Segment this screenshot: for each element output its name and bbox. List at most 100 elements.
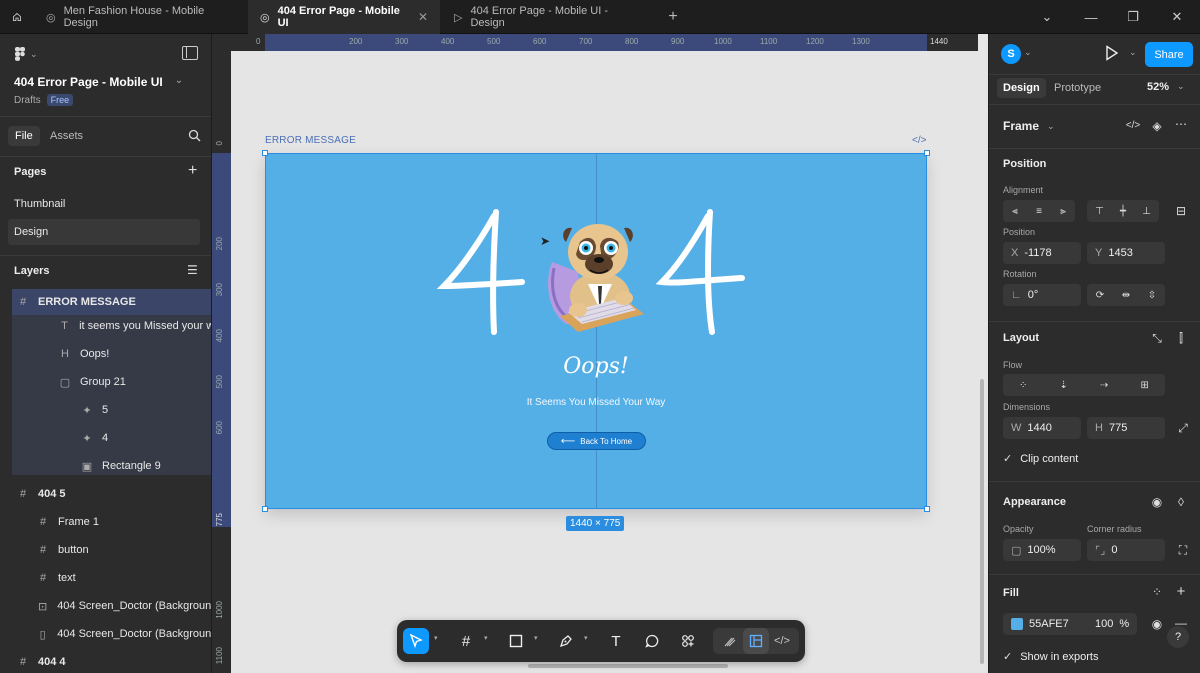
layer-4[interactable]: ✦ 4 bbox=[0, 425, 211, 451]
layer-404-doctor-bg-1[interactable]: ⊡ 404 Screen_Doctor (Background/ bbox=[0, 593, 211, 619]
pen-tool-button[interactable] bbox=[553, 628, 579, 654]
layer-oops[interactable]: H Oops! bbox=[0, 341, 211, 367]
tab-404-error-page[interactable]: ◎ 404 Error Page - Mobile UI ✕ bbox=[248, 0, 440, 34]
eye-icon[interactable]: ◉ bbox=[1149, 495, 1165, 509]
draw-mode-button[interactable] bbox=[717, 628, 743, 654]
flip-horizontal-icon[interactable]: ⇹ bbox=[1122, 290, 1130, 301]
chevron-down-icon[interactable]: ▾ bbox=[534, 634, 538, 642]
flow-grid-icon[interactable]: ⊞ bbox=[1141, 380, 1149, 391]
dev-mode-button[interactable]: </> bbox=[769, 628, 795, 654]
align-top-icon[interactable]: ⊤ bbox=[1095, 206, 1104, 217]
code-brackets-icon[interactable]: </> bbox=[1125, 120, 1141, 131]
collapse-icon[interactable]: ⤡ bbox=[1149, 331, 1165, 346]
help-button[interactable]: ? bbox=[1167, 626, 1189, 648]
user-avatar[interactable]: S bbox=[1001, 44, 1021, 64]
chevron-down-icon[interactable]: ⌄ bbox=[1024, 47, 1032, 58]
resize-handle-tl[interactable] bbox=[262, 150, 268, 156]
flow-vertical-icon[interactable]: ⇣ bbox=[1060, 380, 1068, 391]
flow-horizontal-icon[interactable]: ⇢ bbox=[1100, 380, 1108, 391]
chevron-down-icon[interactable]: ▾ bbox=[434, 634, 438, 642]
home-button[interactable] bbox=[0, 0, 34, 34]
show-in-exports-checkbox[interactable]: ✓ Show in exports bbox=[1003, 650, 1098, 664]
sidebar-toggle-icon[interactable] bbox=[182, 46, 198, 60]
layer-rectangle-9[interactable]: ▣ Rectangle 9 bbox=[0, 453, 211, 479]
new-tab-button[interactable]: + bbox=[658, 0, 688, 34]
clip-content-checkbox[interactable]: ✓ Clip content bbox=[1003, 452, 1078, 466]
page-item-design[interactable]: Design bbox=[8, 219, 200, 245]
more-options-icon[interactable]: ⋯ bbox=[1173, 117, 1189, 131]
fill-swatch[interactable] bbox=[1011, 618, 1023, 630]
text-tool-button[interactable]: T bbox=[603, 628, 629, 654]
share-button[interactable]: Share bbox=[1145, 42, 1193, 67]
rotation-field[interactable]: ∟ 0° bbox=[1003, 284, 1081, 306]
file-title[interactable]: 404 Error Page - Mobile UI ⌄ bbox=[14, 75, 183, 89]
add-page-icon[interactable]: + bbox=[188, 162, 197, 180]
resize-handle-tr[interactable] bbox=[924, 150, 930, 156]
layers-filter-icon[interactable]: ☰ bbox=[187, 263, 198, 277]
horizontal-scrollbar[interactable] bbox=[528, 664, 728, 668]
constrain-proportions-icon[interactable]: ⤢ bbox=[1175, 421, 1191, 436]
layer-404-4[interactable]: # 404 4 bbox=[0, 649, 211, 673]
align-bottom-icon[interactable]: ⊥ bbox=[1142, 206, 1151, 217]
fill-color-field[interactable]: 55AFE7 100 % bbox=[1003, 613, 1137, 635]
auto-layout-icon[interactable]: ⫿ bbox=[1173, 331, 1189, 346]
tab-men-fashion[interactable]: ◎ Men Fashion House - Mobile Design bbox=[34, 0, 248, 34]
layer-button[interactable]: # button bbox=[0, 537, 211, 563]
vertical-scrollbar[interactable] bbox=[980, 379, 984, 664]
opacity-field[interactable]: ▢ 100% bbox=[1003, 539, 1081, 561]
distribute-icon[interactable]: ⊟ bbox=[1173, 204, 1189, 218]
main-menu-button[interactable]: ⌄ bbox=[14, 46, 38, 62]
layer-text-missed-way[interactable]: T it seems you Missed your wa bbox=[0, 313, 211, 339]
frame-name-label[interactable]: ERROR MESSAGE bbox=[265, 135, 356, 146]
drafts-link[interactable]: Drafts bbox=[14, 95, 41, 106]
minimize-icon[interactable]: — bbox=[1076, 0, 1106, 34]
independent-corners-icon[interactable]: ⛶ bbox=[1175, 543, 1191, 558]
layer-error-message[interactable]: # ERROR MESSAGE bbox=[12, 289, 211, 315]
width-field[interactable]: W 1440 bbox=[1003, 417, 1081, 439]
layer-404-doctor-bg-2[interactable]: ▯ 404 Screen_Doctor (Background/ bbox=[0, 621, 211, 647]
design-canvas[interactable]: 0 200 300 400 500 600 700 800 900 1000 1… bbox=[212, 34, 988, 673]
align-right-icon[interactable]: ⫸ bbox=[1060, 206, 1066, 217]
chevron-down-icon[interactable]: ▾ bbox=[484, 634, 488, 642]
frame-type-dropdown[interactable]: Frame ⌄ bbox=[1003, 119, 1055, 133]
layer-frame-1[interactable]: # Frame 1 bbox=[0, 509, 211, 535]
flip-vertical-icon[interactable]: ⇳ bbox=[1148, 290, 1156, 301]
back-to-home-button[interactable]: ⟵ Back To Home bbox=[547, 432, 646, 450]
chevron-down-icon[interactable]: ⌄ bbox=[1129, 47, 1137, 58]
corner-radius-field[interactable]: ⌜⌟ 0 bbox=[1087, 539, 1165, 561]
align-middle-v-icon[interactable]: ┿ bbox=[1120, 206, 1126, 217]
error-message-frame[interactable]: 4 4 bbox=[262, 150, 930, 512]
frame-tool-button[interactable]: # bbox=[453, 628, 479, 654]
move-tool-button[interactable] bbox=[403, 628, 429, 654]
zoom-dropdown[interactable]: 52% ⌄ bbox=[1147, 81, 1185, 93]
tab-404-error-page-design[interactable]: ▷ 404 Error Page - Mobile UI - Design bbox=[442, 0, 656, 34]
chevron-down-icon[interactable]: ⌄ bbox=[1032, 0, 1062, 34]
y-position-field[interactable]: Y 1453 bbox=[1087, 242, 1165, 264]
dev-mode-code-icon[interactable]: </> bbox=[912, 135, 926, 146]
layer-404-5[interactable]: # 404 5 bbox=[0, 481, 211, 507]
component-diamond-icon[interactable]: ◈ bbox=[1149, 119, 1165, 133]
align-center-h-icon[interactable]: ≡ bbox=[1036, 206, 1042, 217]
shape-tool-button[interactable] bbox=[503, 628, 529, 654]
add-fill-icon[interactable]: + bbox=[1173, 583, 1189, 600]
tab-design[interactable]: Design bbox=[997, 78, 1046, 98]
comment-tool-button[interactable] bbox=[639, 628, 665, 654]
resize-handle-bl[interactable] bbox=[262, 506, 268, 512]
height-field[interactable]: H 775 bbox=[1087, 417, 1165, 439]
tab-prototype[interactable]: Prototype bbox=[1054, 82, 1101, 94]
rotate-icon[interactable]: ⟳ bbox=[1096, 290, 1104, 301]
page-item-thumbnail[interactable]: Thumbnail bbox=[0, 191, 211, 217]
restore-icon[interactable]: ❐ bbox=[1118, 0, 1148, 34]
x-position-field[interactable]: X -1178 bbox=[1003, 242, 1081, 264]
align-left-icon[interactable]: ⫷ bbox=[1012, 206, 1018, 217]
design-mode-button[interactable] bbox=[743, 628, 769, 654]
chevron-down-icon[interactable]: ▾ bbox=[584, 634, 588, 642]
styles-grid-icon[interactable]: ⁘ bbox=[1149, 585, 1165, 599]
layer-group-21[interactable]: ▢ Group 21 bbox=[0, 369, 211, 395]
actions-button[interactable] bbox=[675, 628, 701, 654]
layer-text[interactable]: # text bbox=[0, 565, 211, 591]
flow-freeform-icon[interactable]: ⁘ bbox=[1019, 380, 1027, 391]
search-icon[interactable] bbox=[188, 129, 201, 142]
close-window-icon[interactable]: ✕ bbox=[1162, 0, 1192, 34]
tab-file[interactable]: File bbox=[8, 126, 40, 146]
